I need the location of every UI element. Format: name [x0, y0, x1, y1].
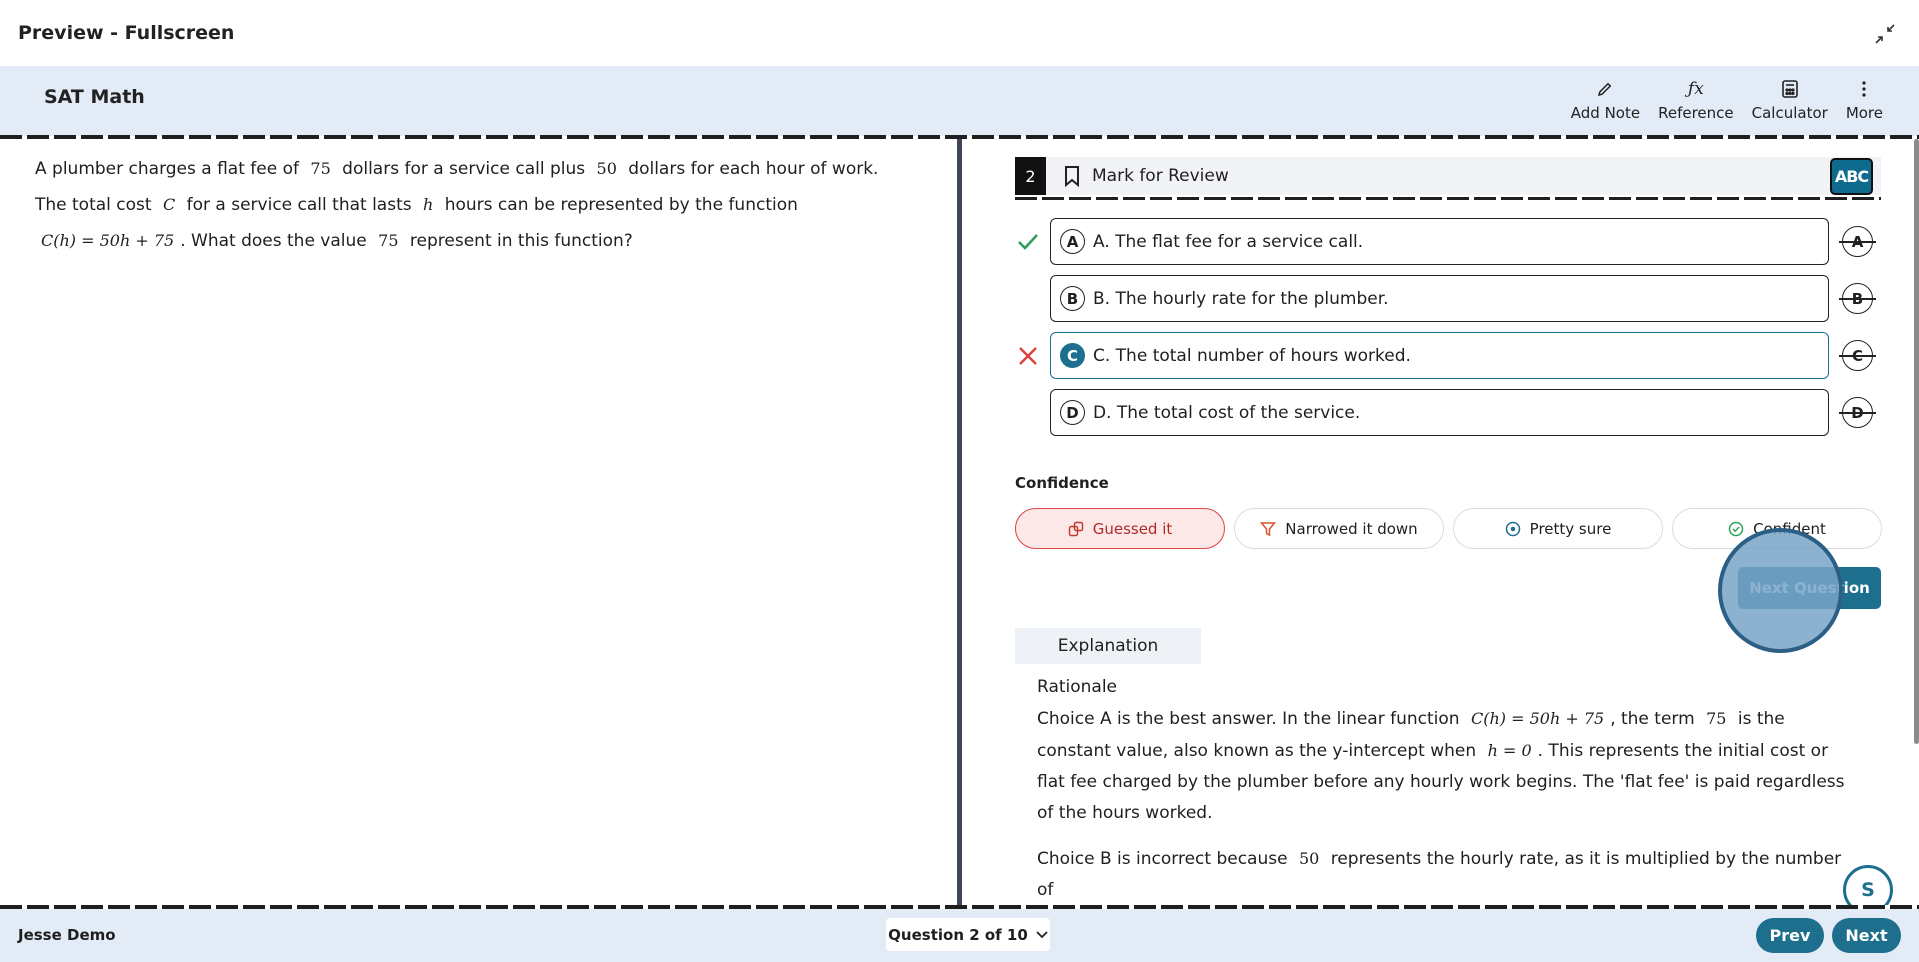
rationale-math: 50: [1298, 849, 1320, 868]
strike-choice-b-button[interactable]: B: [1839, 283, 1876, 314]
incorrect-x-icon: [1019, 347, 1037, 365]
question-select-label: Question 2 of 10: [888, 925, 1028, 944]
window-titlebar: Preview - Fullscreen: [0, 0, 1919, 66]
choice-text-b: B. The hourly rate for the plumber.: [1093, 288, 1389, 309]
question-header: 2 Mark for Review ABC: [1015, 157, 1881, 195]
stem-line-2: The total cost C for a service call that…: [35, 187, 923, 223]
explanation-tab[interactable]: Explanation: [1015, 628, 1201, 664]
confidence-pretty-sure-label: Pretty sure: [1529, 519, 1612, 538]
confidence-narrowed-button[interactable]: Narrowed it down: [1234, 508, 1444, 549]
assistant-fab-button[interactable]: S: [1843, 865, 1893, 905]
reference-button[interactable]: ƒx Reference: [1658, 78, 1734, 122]
answer-pane-scrollbar[interactable]: [1914, 139, 1919, 744]
question-select-dropdown[interactable]: Question 2 of 10: [886, 918, 1050, 951]
stem-text: dollars for a service call plus: [342, 159, 586, 179]
bookmark-icon: [1065, 166, 1079, 187]
strike-choice-d-button[interactable]: D: [1839, 397, 1876, 428]
stem-math: C(h) = 50h + 75: [41, 231, 175, 250]
add-note-button[interactable]: Add Note: [1571, 78, 1640, 122]
stem-text: hours can be represented by the function: [444, 195, 798, 215]
mark-for-review-button[interactable]: Mark for Review: [1064, 165, 1229, 187]
more-button[interactable]: More: [1846, 78, 1883, 122]
correct-check-icon: [1018, 234, 1038, 250]
exit-fullscreen-icon[interactable]: [1873, 22, 1897, 46]
choice-letter-d: D: [1060, 400, 1085, 425]
stem-line-3: C(h) = 50h + 75. What does the value 75 …: [35, 223, 923, 259]
stem-text: for a service call that lasts: [186, 195, 412, 215]
test-header: SAT Math Add Note ƒx Reference Calculato…: [0, 66, 1919, 136]
choice-text-a: A. The flat fee for a service call.: [1093, 231, 1364, 252]
stem-math: 50: [596, 159, 617, 178]
confidence-guessed-label: Guessed it: [1092, 519, 1173, 538]
abc-eliminator-toggle[interactable]: ABC: [1830, 158, 1873, 195]
rationale-math: h = 0: [1487, 741, 1532, 760]
formula-icon: ƒx: [1687, 79, 1704, 99]
rationale-choice-b: Choice B is incorrect because 50 represe…: [1037, 843, 1857, 905]
question-header-divider: [1015, 197, 1881, 200]
rationale-text: Choice B is incorrect because: [1037, 849, 1288, 869]
toolbar: Add Note ƒx Reference Calculator More: [1571, 78, 1883, 122]
stem-text: The total cost: [35, 195, 152, 215]
stem-math: 75: [378, 231, 399, 250]
pencil-icon: [1596, 78, 1614, 100]
rationale-section: Rationale Choice A is the best answer. I…: [1037, 673, 1857, 905]
check-circle-icon: [1728, 521, 1744, 536]
confidence-narrowed-label: Narrowed it down: [1285, 519, 1418, 538]
stem-math: h: [423, 195, 434, 214]
strike-choice-c-button[interactable]: C: [1839, 340, 1876, 371]
question-stem: A plumber charges a flat fee of 75 dolla…: [0, 139, 958, 905]
choice-letter-b: B: [1060, 286, 1085, 311]
calculator-icon: [1781, 78, 1798, 100]
user-name: Jesse Demo: [18, 926, 116, 944]
rationale-math: 75: [1706, 709, 1727, 728]
confidence-pretty-sure-button[interactable]: Pretty sure: [1453, 508, 1663, 549]
stem-text: dollars for each hour of work.: [628, 159, 879, 179]
calculator-label: Calculator: [1751, 104, 1828, 122]
confidence-confident-label: Confident: [1753, 519, 1826, 538]
answer-pane: 2 Mark for Review ABC A A. The flat fee …: [962, 139, 1919, 905]
answer-choice-c[interactable]: C C. The total number of hours worked.: [1050, 332, 1829, 379]
filter-icon: [1260, 521, 1277, 536]
rationale-title: Rationale: [1037, 677, 1118, 697]
subject-title: SAT Math: [44, 86, 145, 108]
chevron-down-icon: [1036, 930, 1048, 938]
confidence-label: Confidence: [1015, 474, 1109, 492]
stem-math: C: [162, 195, 176, 214]
prev-button[interactable]: Prev: [1756, 918, 1824, 953]
question-number: 2: [1015, 157, 1046, 195]
confidence-guessed-button[interactable]: Guessed it: [1015, 508, 1225, 549]
calculator-button[interactable]: Calculator: [1752, 78, 1828, 122]
choice-text-d: D. The total cost of the service.: [1093, 402, 1361, 423]
next-button[interactable]: Next: [1832, 918, 1901, 953]
more-label: More: [1845, 104, 1883, 122]
stem-text: represent in this function?: [409, 231, 633, 251]
stem-line-1: A plumber charges a flat fee of 75 dolla…: [35, 151, 923, 187]
confidence-confident-button[interactable]: Confident: [1672, 508, 1882, 549]
strike-choice-a-button[interactable]: A: [1839, 226, 1876, 257]
target-icon: [1505, 521, 1520, 536]
answer-choice-a[interactable]: A A. The flat fee for a service call.: [1050, 218, 1829, 265]
mark-for-review-label: Mark for Review: [1092, 166, 1229, 186]
choice-letter-a: A: [1060, 229, 1085, 254]
stem-text: A plumber charges a flat fee of: [35, 159, 299, 179]
test-footer: Jesse Demo Question 2 of 10 Prev Next: [0, 909, 1919, 962]
reference-label: Reference: [1658, 104, 1734, 122]
stem-math: 75: [310, 159, 331, 178]
window-title: Preview - Fullscreen: [18, 22, 235, 44]
answer-choice-b[interactable]: B B. The hourly rate for the plumber.: [1050, 275, 1829, 322]
stem-text: . What does the value: [180, 231, 367, 251]
dice-icon: [1068, 521, 1083, 536]
next-question-button[interactable]: Next Question: [1738, 567, 1881, 609]
choice-text-c: C. The total number of hours worked.: [1093, 345, 1411, 366]
rationale-text: , the term: [1610, 709, 1695, 729]
more-vertical-icon: [1861, 78, 1867, 100]
rationale-text: Choice A is the best answer. In the line…: [1037, 709, 1460, 729]
add-note-label: Add Note: [1570, 104, 1641, 122]
rationale-math: C(h) = 50h + 75: [1470, 709, 1605, 728]
rationale-choice-a: Choice A is the best answer. In the line…: [1037, 703, 1857, 829]
choice-letter-c: C: [1060, 343, 1085, 368]
answer-choice-d[interactable]: D D. The total cost of the service.: [1050, 389, 1829, 436]
